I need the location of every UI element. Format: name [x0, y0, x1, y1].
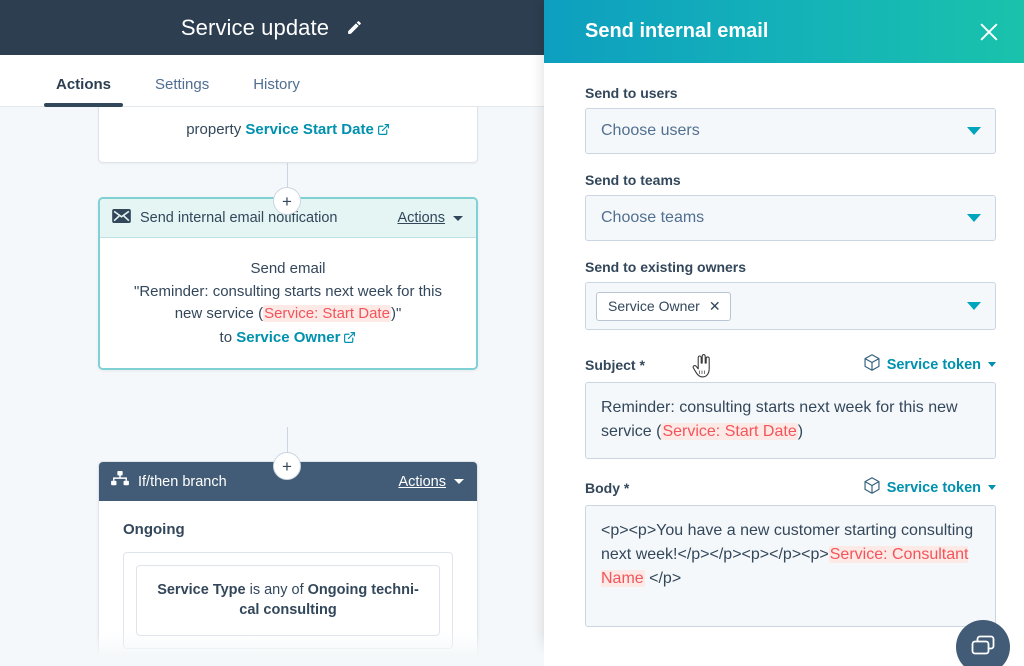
email-card-body: Send email "Reminder: consulting starts … — [100, 238, 476, 368]
subject-value-post: ) — [797, 423, 804, 440]
email-card-actions-button[interactable]: Actions — [397, 210, 445, 226]
body-service-token-button[interactable]: Service token — [864, 477, 996, 498]
trigger-prefix: property — [186, 121, 242, 138]
workflow-email-card[interactable]: Send internal email notification Actions… — [98, 197, 478, 370]
owner-chip: Service Owner ✕ — [596, 291, 731, 321]
field-label-row: Send to teams — [585, 172, 996, 188]
subject-label: Subject * — [585, 356, 645, 373]
send-to-users-select[interactable]: Choose users — [585, 108, 996, 154]
email-card-line2-post: )" — [390, 304, 402, 322]
send-to-users-placeholder: Choose users — [601, 122, 700, 139]
add-step-button[interactable]: + — [273, 187, 301, 215]
branch-condition-group: Service Type is any of Ongoing techni-ca… — [123, 552, 453, 649]
send-to-existing-owners-label: Send to existing owners — [585, 259, 747, 275]
branch-card-title: If/then branch — [138, 473, 227, 490]
send-to-teams-label: Send to teams — [585, 172, 681, 188]
external-link-icon[interactable] — [377, 123, 390, 140]
trigger-card-text: property Service Start Date — [186, 121, 390, 140]
workflow-tabs: Actions Settings History — [0, 55, 544, 107]
workflow-canvas: property Service Start Date + Send inter — [0, 107, 544, 666]
chevron-down-icon[interactable] — [988, 362, 996, 367]
email-card-title: Send internal email notification — [140, 210, 338, 226]
chat-bubble-icon[interactable] — [956, 620, 1010, 666]
subject-token: Service: Start Date — [661, 423, 798, 440]
subject-service-token-label: Service token — [886, 356, 981, 373]
send-to-teams-placeholder: Choose teams — [601, 209, 705, 226]
subject-input[interactable]: Reminder: consulting starts next week fo… — [585, 382, 996, 459]
branch-card-actions-button[interactable]: Actions — [398, 474, 446, 490]
subject-service-token-button[interactable]: Service token — [864, 354, 996, 375]
chevron-down-icon[interactable] — [453, 215, 463, 221]
email-card-line3: to Service Owner — [122, 329, 454, 348]
email-card-line3-pre: to — [219, 328, 237, 346]
branch-condition: Service Type is any of Ongoing techni-ca… — [136, 565, 440, 636]
chevron-down-icon[interactable] — [454, 479, 464, 484]
tab-history[interactable]: History — [231, 76, 322, 106]
branch-condition-property: Service Type — [157, 582, 246, 598]
workflow-canvas-pane: Service update Actions Settings History … — [0, 0, 544, 666]
workflow-trigger-card[interactable]: property Service Start Date — [98, 107, 478, 163]
field-send-to-teams: Send to teams Choose teams — [585, 172, 996, 241]
trigger-property-link[interactable]: Service Start Date — [245, 121, 373, 138]
field-label-row: Send to existing owners — [585, 259, 996, 275]
chevron-down-icon[interactable] — [967, 127, 981, 135]
body-input[interactable]: <p><p>You have a new customer starting c… — [585, 505, 996, 627]
branch-card-body: Ongoing Service Type is any of Ongoing t… — [99, 501, 477, 649]
email-card-line1: Send email — [250, 260, 326, 277]
field-body: Body * Service token <p><p>You have a ne… — [585, 477, 996, 627]
panel-title: Send internal email — [585, 20, 769, 42]
body-value-post: </p> — [644, 570, 682, 587]
envelope-icon — [112, 208, 131, 228]
close-icon[interactable]: ✕ — [709, 299, 721, 313]
cube-icon — [864, 477, 880, 498]
tab-actions[interactable]: Actions — [34, 76, 133, 107]
field-subject: Subject * Service token Reminder: consul… — [585, 354, 996, 459]
email-card-line2: "Reminder: consulting starts next week f… — [122, 281, 454, 325]
email-card-token: Service: Start Date — [263, 304, 391, 322]
field-label-row: Body * Service token — [585, 477, 996, 498]
workflow-editor-screen: Service update Actions Settings History … — [0, 0, 1024, 666]
workflow-branch-card[interactable]: If/then branch Actions Ongoing Service T… — [98, 461, 478, 666]
send-to-teams-select[interactable]: Choose teams — [585, 195, 996, 241]
add-step-button[interactable]: + — [273, 452, 301, 480]
chevron-down-icon[interactable] — [988, 485, 996, 490]
body-service-token-label: Service token — [886, 479, 981, 496]
external-link-icon[interactable] — [343, 331, 356, 348]
page-title: Service update — [180, 14, 330, 40]
field-label-row: Subject * Service token — [585, 354, 996, 375]
owner-chip-label: Service Owner — [608, 298, 700, 314]
send-to-users-label: Send to users — [585, 85, 678, 101]
chevron-down-icon[interactable] — [967, 302, 981, 310]
email-card-owner-link[interactable]: Service Owner — [236, 329, 340, 346]
send-internal-email-panel: Send internal email Send to users Choose… — [544, 0, 1024, 666]
panel-header: Send internal email — [544, 0, 1024, 63]
close-icon[interactable] — [976, 19, 1002, 45]
field-send-to-existing-owners: Send to existing owners Service Owner ✕ — [585, 259, 996, 330]
field-label-row: Send to users — [585, 85, 996, 101]
body-label: Body * — [585, 479, 630, 496]
panel-body: Send to users Choose users Send to teams… — [544, 63, 1024, 666]
field-send-to-users: Send to users Choose users — [585, 85, 996, 154]
chevron-down-icon[interactable] — [967, 214, 981, 222]
tab-settings[interactable]: Settings — [133, 76, 231, 106]
branch-condition-operator: is any of — [245, 582, 308, 598]
branch-name: Ongoing — [123, 521, 185, 538]
branch-icon — [111, 471, 129, 492]
workflow-top-bar: Service update — [0, 0, 544, 55]
send-to-existing-owners-select[interactable]: Service Owner ✕ — [585, 282, 996, 330]
pencil-icon[interactable] — [345, 19, 363, 37]
cube-icon — [864, 354, 880, 375]
